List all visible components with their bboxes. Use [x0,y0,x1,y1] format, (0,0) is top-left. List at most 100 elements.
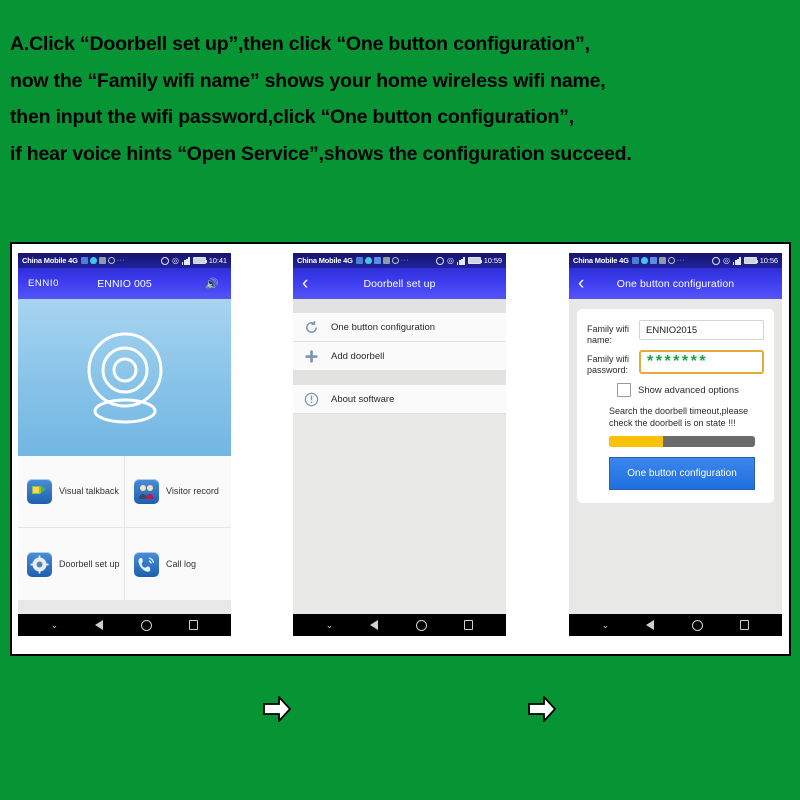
signal-icon [456,257,465,265]
camera-outline-icon [87,332,162,423]
signal-icon [181,257,190,265]
android-nav-bar: ⌄ [18,614,231,636]
speaker-icon[interactable]: 🔊 [205,277,219,290]
clock-label: 10:56 [759,256,778,265]
recents-icon[interactable] [739,619,750,631]
settings-list: One button configuration Add doorbell Ab… [293,299,506,636]
sync-icon [107,257,115,264]
sync-icon [667,257,675,264]
phone-screenshots-panel: China Mobile 4G ··· ◎ 10:41 ENNI0 ENNIO … [10,242,791,722]
phone-icon [134,551,159,577]
screenshot-icon [658,257,666,264]
battery-icon [467,257,483,264]
list-item-label: One button configuration [331,321,436,333]
chevron-down-icon[interactable]: ⌄ [51,620,59,631]
more-icons: ··· [116,257,126,264]
info-icon [304,392,319,406]
back-icon[interactable]: ‹ [302,274,308,293]
list-item-about-software[interactable]: About software [293,385,506,414]
app-notification-icon [80,257,88,264]
more-icons: ··· [676,257,686,264]
list-item-one-button-configuration[interactable]: One button configuration [293,313,506,342]
progress-fill [609,436,664,447]
status-icons: ··· [355,257,410,264]
wifi-icon: ◎ [722,256,730,265]
recents-icon[interactable] [188,619,199,631]
wifi-password-label: Family wifi password: [587,354,629,375]
status-right-icons: ◎ 10:59 [435,256,502,265]
lock-icon [373,257,381,264]
grid-item-label: Call log [166,558,197,569]
clock-label: 10:41 [208,256,227,265]
more-icons: ··· [400,257,410,264]
app-bar: ENNI0 ENNIO 005 🔊 [18,268,231,299]
battery-icon [743,257,759,264]
lock-icon [649,257,657,264]
back-icon[interactable] [370,620,379,630]
wifi-name-row: Family wifi name: ENNIO2015 [587,320,764,346]
app-bar: ‹ One button configuration [569,268,782,299]
gear-icon [27,551,52,577]
clock-label: 10:59 [483,256,502,265]
list-item-label: About software [331,393,395,405]
grid-item-visual-talkback[interactable]: Visual talkback [18,456,125,528]
configuration-form-area: Family wifi name: ENNIO2015 Family wifi … [569,299,782,636]
status-bar: China Mobile 4G ··· ◎ 10:41 [18,253,231,268]
grid-item-call-log[interactable]: Call log [125,528,231,600]
signal-icon [732,257,741,265]
advanced-options-row[interactable]: Show advanced options [617,383,764,397]
alarm-icon [711,256,720,265]
search-progress-bar [609,436,755,447]
carrier-label: China Mobile 4G [573,256,629,265]
grid-item-visitor-record[interactable]: Visitor record [125,456,231,528]
grid-item-label: Visitor record [166,486,219,496]
home-icon[interactable] [415,619,427,631]
status-right-icons: ◎ 10:41 [160,256,227,265]
grid-item-doorbell-set-up[interactable]: Doorbell set up [18,528,125,600]
wifi-icon: ◎ [446,256,454,265]
chevron-down-icon[interactable]: ⌄ [326,620,334,631]
wifi-name-label: Family wifi name: [587,324,629,345]
plus-icon [305,349,318,363]
grid-row: Doorbell set up Call log [18,528,231,600]
cloud-icon [89,257,97,264]
visual-talkback-icon [27,479,52,504]
grid-item-label: Doorbell set up [59,558,120,569]
back-icon[interactable] [646,620,655,630]
phone-screenshot-1: China Mobile 4G ··· ◎ 10:41 ENNI0 ENNIO … [18,253,231,636]
refresh-icon [306,320,317,333]
wifi-name-input[interactable]: ENNIO2015 [639,320,764,340]
back-icon[interactable] [95,620,104,630]
page-title: One button configuration [616,277,735,290]
android-nav-bar: ⌄ [293,614,506,636]
instruction-text: A.Click “Doorbell set up”,then click “On… [10,33,632,165]
device-id-label: ENNI0 [28,278,59,289]
home-icon[interactable] [691,619,703,631]
advanced-options-checkbox[interactable] [617,383,631,397]
status-bar: China Mobile 4G ··· ◎ 10:56 [569,253,782,268]
list-item-label: Add doorbell [331,350,385,362]
wifi-password-input[interactable]: ******* [639,350,764,374]
visitor-record-icon [134,479,159,504]
app-notification-icon [631,257,639,264]
status-icons: ··· [631,257,686,264]
alarm-icon [160,256,169,265]
status-icons: ··· [80,257,126,264]
phone-screenshot-3: China Mobile 4G ··· ◎ 10:56 ‹ One button… [569,253,782,636]
wifi-icon: ◎ [171,256,179,265]
carrier-label: China Mobile 4G [297,256,353,265]
status-bar: China Mobile 4G ··· ◎ 10:59 [293,253,506,268]
advanced-options-label: Show advanced options [638,384,739,396]
feature-grid: Visual talkback Visitor record Doorbell … [18,456,231,600]
flow-arrow-1 [263,696,291,722]
chevron-down-icon[interactable]: ⌄ [602,620,610,631]
recents-icon[interactable] [463,619,474,631]
page-title: Doorbell set up [363,277,436,290]
camera-preview-area [18,299,231,456]
carrier-label: China Mobile 4G [22,256,78,265]
home-icon[interactable] [140,619,152,631]
list-section-gap [293,371,506,385]
one-button-configuration-button[interactable]: One button configuration [609,457,755,490]
list-item-add-doorbell[interactable]: Add doorbell [293,342,506,371]
back-icon[interactable]: ‹ [578,274,584,293]
